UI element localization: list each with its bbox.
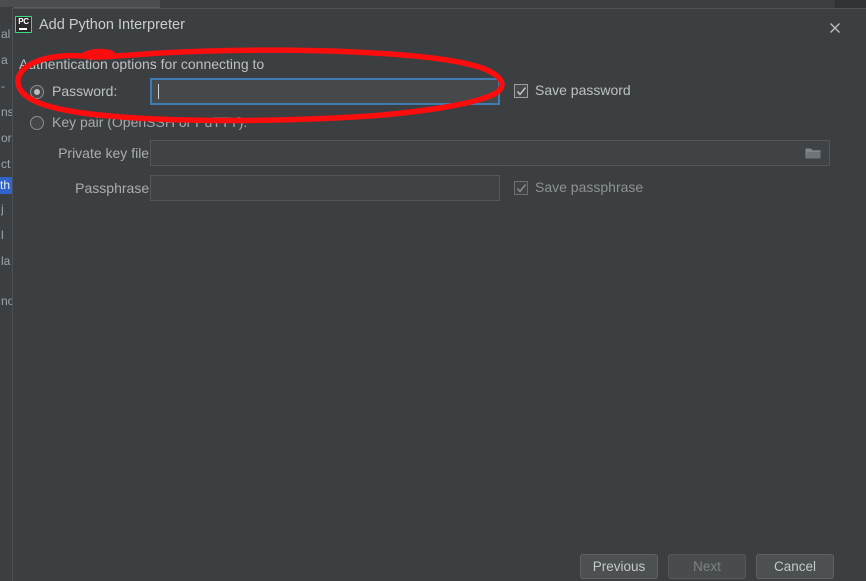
background-toolbar [0,0,160,8]
radio-password-label: Password: [52,83,118,99]
auth-hint-label: Authentication options for connecting to [19,56,265,72]
pycharm-icon-text: PC [18,17,29,26]
save-passphrase-checkbox-box [514,181,528,195]
background-selected-item[interactable]: th [0,177,12,194]
radio-key-pair-label: Key pair (OpenSSH or PuTTY): [52,114,248,130]
dialog-title: Add Python Interpreter [39,17,185,33]
close-icon [830,23,840,33]
background-text-fragment: l [1,229,4,242]
next-button[interactable]: Next [668,554,746,579]
background-text-fragment: la [1,255,11,268]
background-text-fragment: ct [1,158,11,171]
password-input[interactable] [149,77,501,106]
background-text-fragment: a [1,54,8,67]
check-icon [516,87,527,96]
text-caret [158,84,159,99]
background-text-fragment: ns [1,106,12,119]
radio-password-indicator [30,85,44,99]
save-passphrase-label: Save passphrase [535,179,644,195]
dialog-footer: Previous Next Cancel [13,541,866,581]
previous-button[interactable]: Previous [580,554,658,579]
dialog-titlebar: PC Add Python Interpreter [13,9,866,49]
background-text-fragment: no [1,295,12,308]
radio-key-pair-indicator [30,116,44,130]
close-button[interactable] [813,15,857,41]
radio-password[interactable]: Password: [30,83,150,103]
background-text-fragment: - [1,80,5,93]
pycharm-icon: PC [15,16,32,33]
cancel-button[interactable]: Cancel [756,554,834,579]
passphrase-label: Passphrase: [75,180,153,196]
dialog-content: Authentication options for connecting to… [13,49,866,541]
save-password-checkbox-box [514,84,528,98]
save-password-label: Save password [535,82,631,98]
private-key-file-label: Private key file: [58,145,153,161]
check-icon [516,184,527,193]
folder-icon[interactable] [805,147,821,160]
background-text-fragment: al [1,28,11,41]
pycharm-icon-bar [19,28,27,30]
screen-root: al a - ns or ct th j l la no PC Add Pyth… [0,0,866,581]
background-text-fragment: j [1,203,4,216]
radio-key-pair[interactable]: Key pair (OpenSSH or PuTTY): [30,114,270,134]
background-text-fragment: or [1,132,12,145]
passphrase-input[interactable] [150,175,500,201]
private-key-file-input[interactable] [150,140,830,166]
add-python-interpreter-dialog: PC Add Python Interpreter Authentication… [12,8,866,581]
